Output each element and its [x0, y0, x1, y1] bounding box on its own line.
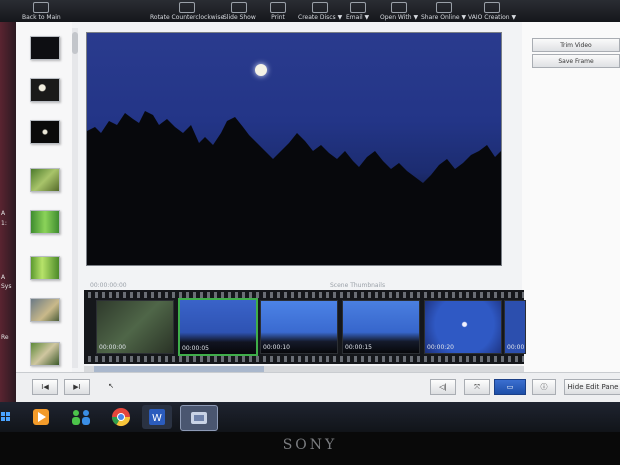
thumbnail[interactable] — [30, 342, 60, 366]
slideshow-icon — [231, 2, 248, 13]
word-icon[interactable]: W — [142, 405, 172, 429]
scrollbar-thumb[interactable] — [72, 32, 78, 54]
rotate-icon — [179, 2, 196, 13]
desktop-background-strip: A 1: A Sys Re — [0, 22, 16, 402]
filmstrip-view-button[interactable]: ▭ — [494, 379, 526, 395]
next-button[interactable]: ▶I — [64, 379, 90, 395]
thumbnail[interactable] — [30, 168, 60, 192]
start-icon[interactable] — [0, 405, 12, 429]
thumbnail[interactable] — [30, 120, 60, 144]
video-preview[interactable] — [86, 32, 502, 266]
print-button[interactable]: Print — [270, 2, 286, 21]
media-player-icon[interactable] — [26, 405, 56, 429]
film-frame[interactable]: 00:00:15 — [342, 300, 420, 354]
svg-text:W: W — [152, 413, 162, 424]
network-people-icon[interactable] — [66, 405, 96, 429]
back-to-main-button[interactable]: Back to Main — [22, 2, 61, 21]
info-button[interactable]: ⓘ — [532, 379, 556, 395]
vaio-creation-icon — [484, 2, 501, 13]
chrome-icon[interactable] — [106, 405, 136, 429]
thumbnail-scrollbar[interactable] — [72, 28, 78, 368]
app-window: Trim Video Save Frame 00:00:00:00 Scene … — [16, 22, 620, 403]
bottom-toolbar: I◀ ▶I ↖ ◁| ⤧ ▭ ⓘ Hide Edit Pane — [16, 372, 620, 403]
email-icon — [349, 2, 366, 13]
taskbar: W — [0, 402, 620, 432]
globe-icon — [435, 2, 452, 13]
rotate-button[interactable]: Rotate Counterclockwise — [150, 2, 224, 21]
slideshow-button[interactable]: Slide Show — [223, 2, 256, 21]
disc-icon — [312, 2, 329, 13]
film-frame[interactable]: 00:00 — [504, 300, 526, 354]
print-icon — [270, 2, 286, 13]
save-frame-button[interactable]: Save Frame — [532, 54, 620, 68]
brand-logo: SONY — [282, 437, 338, 453]
film-frame[interactable]: 00:00:00 — [96, 300, 174, 354]
edit-pane: Trim Video Save Frame — [522, 22, 620, 372]
previous-button[interactable]: I◀ — [32, 379, 58, 395]
share-online-button[interactable]: Share Online ▼ — [421, 2, 466, 21]
filmstrip[interactable]: 00:00:00 00:00:05 00:00:10 00:00:15 00:0… — [84, 290, 526, 364]
filmstrip-caption: Scene Thumbnails — [330, 282, 386, 289]
thumbnail[interactable] — [30, 210, 60, 234]
trim-video-button[interactable]: Trim Video — [532, 38, 620, 52]
app-toolbar: Back to Main Rotate Counterclockwise Sli… — [0, 0, 620, 22]
email-button[interactable]: Email ▼ — [346, 2, 369, 21]
thumbnail-sidebar — [16, 22, 72, 372]
volume-button[interactable]: ◁| — [430, 379, 456, 395]
open-with-icon — [391, 2, 408, 13]
cursor-icon: ↖ — [108, 382, 114, 390]
film-perforations — [84, 292, 524, 298]
vaio-creation-button[interactable]: VAIO Creation ▼ — [468, 2, 516, 21]
filmstrip-timecode: 00:00:00:00 — [90, 282, 127, 289]
thumbnail[interactable] — [30, 78, 60, 102]
thumbnail[interactable] — [30, 256, 60, 280]
create-discs-button[interactable]: Create Discs ▼ — [298, 2, 342, 21]
film-frame[interactable]: 00:00:20 — [424, 300, 502, 354]
open-with-button[interactable]: Open With ▼ — [380, 2, 418, 21]
film-frame-selected[interactable]: 00:00:05 — [178, 298, 258, 356]
tree-silhouette — [87, 111, 501, 265]
thumbnail[interactable] — [30, 36, 60, 60]
vaio-movie-icon[interactable] — [180, 405, 218, 431]
film-frame[interactable]: 00:00:10 — [260, 300, 338, 354]
hide-edit-pane-button[interactable]: Hide Edit Pane — [564, 379, 620, 395]
back-arrow-icon — [33, 2, 50, 13]
fullscreen-button[interactable]: ⤧ — [464, 379, 490, 395]
film-perforations — [84, 356, 524, 362]
thumbnail[interactable] — [30, 298, 60, 322]
